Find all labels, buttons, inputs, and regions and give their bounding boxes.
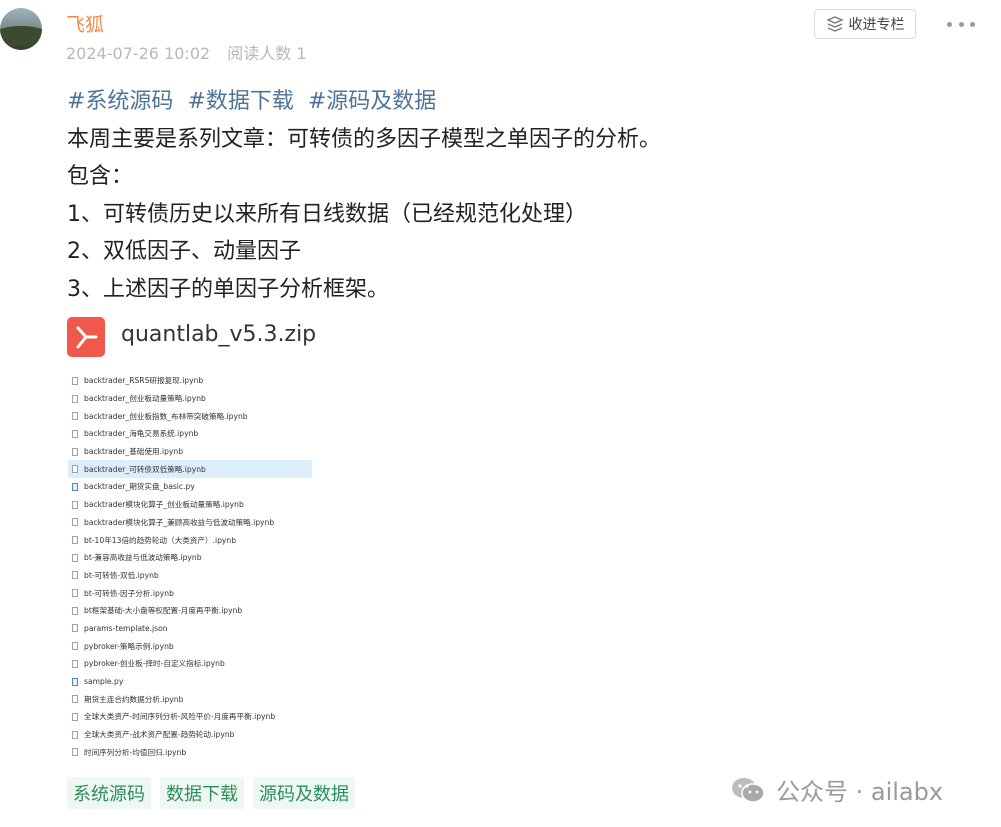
- file-list-item-name: backtrader_RSRS研报复现.ipynb: [84, 376, 204, 386]
- file-list-item-name: 期货主连合约数据分析.ipynb: [84, 694, 184, 704]
- document-file-icon: [72, 606, 78, 615]
- python-file-icon: [72, 677, 78, 686]
- file-list-item: 全球大类资产-时间序列分析-风险平价-月度再平衡.ipynb: [68, 708, 312, 726]
- file-list-item: backtrader_可转债双低策略.ipynb: [68, 460, 312, 479]
- file-list-item: pybroker-创业板-择时-自定义指标.ipynb: [68, 655, 312, 673]
- author-name[interactable]: 飞狐: [66, 10, 104, 37]
- document-file-icon: [72, 712, 78, 721]
- file-list-item-name: bt-可转债-因子分析.ipynb: [84, 588, 174, 598]
- file-list-item-name: pybroker-策略示例.ipynb: [84, 641, 174, 651]
- file-list-item-name: 全球大类资产-时间序列分析-风险平价-月度再平衡.ipynb: [84, 712, 276, 722]
- avatar[interactable]: [0, 8, 42, 50]
- collect-label: 收进专栏: [848, 17, 905, 33]
- more-options-icon[interactable]: [947, 16, 975, 32]
- post-line: 1、可转债历史以来所有日线数据（已经规范化处理）: [67, 202, 587, 227]
- document-file-icon: [72, 571, 78, 580]
- file-attachment-icon[interactable]: [67, 317, 105, 357]
- python-file-icon: [72, 482, 78, 491]
- file-list-item-name: backtrader_创业板指数_布林带突破策略.ipynb: [84, 411, 248, 421]
- file-list-item: backtrader_创业板指数_布林带突破策略.ipynb: [68, 407, 312, 425]
- file-list-item-name: backtrader_海龟交易系统.ipynb: [84, 429, 199, 439]
- collect-to-column-button[interactable]: 收进专栏: [814, 9, 916, 39]
- file-list-item: params-template.json: [68, 620, 312, 638]
- bottom-tags: 系统源码 数据下载 源码及数据: [67, 777, 364, 809]
- read-count: 阅读人数 1: [227, 44, 307, 63]
- file-list-screenshot: backtrader_RSRS研报复现.ipynb backtrader_创业板动…: [68, 372, 312, 761]
- post-line: 2、双低因子、动量因子: [67, 239, 301, 264]
- document-file-icon: [72, 659, 78, 668]
- file-list-item: 全球大类资产-战术资产配置-趋势轮动.ipynb: [68, 726, 312, 744]
- post-line: 包含：: [67, 164, 134, 189]
- post-line: 3、上述因子的单因子分析框架。: [67, 277, 389, 302]
- file-list-item-name: bt框架基础-大小盘等权配置-月度再平衡.ipynb: [84, 606, 243, 616]
- post-meta: 2024-07-26 10:02 阅读人数 1: [66, 40, 307, 64]
- file-list-item: bt-兼容高收益与低波动策略.ipynb: [68, 549, 312, 567]
- document-file-icon: [72, 500, 78, 509]
- document-file-icon: [72, 447, 78, 456]
- post-line: 本周主要是系列文章：可转债的多因子模型之单因子的分析。: [67, 127, 662, 152]
- document-file-icon: [72, 553, 78, 562]
- file-list-item: backtrader模块化算子_创业板动量策略.ipynb: [68, 496, 312, 514]
- file-list-item: pybroker-策略示例.ipynb: [68, 637, 312, 655]
- watermark-text: 公众号 · ailabx: [776, 778, 944, 806]
- document-file-icon: [72, 429, 78, 438]
- document-file-icon: [72, 748, 78, 757]
- watermark: 公众号 · ailabx: [730, 772, 943, 807]
- topic-tag[interactable]: #系统源码: [67, 89, 173, 114]
- file-list-item-name: backtrader_期货实盘_basic.py: [84, 482, 195, 492]
- file-list-item-name: 时间序列分析-均值回归.ipynb: [84, 747, 187, 757]
- file-list-item: sample.py: [68, 673, 312, 691]
- file-list-item-name: backtrader_创业板动量策略.ipynb: [84, 394, 206, 404]
- tag-chip[interactable]: 系统源码: [67, 777, 151, 809]
- topic-tag[interactable]: #源码及数据: [308, 89, 436, 114]
- file-list-item-name: backtrader_基础使用.ipynb: [84, 447, 184, 457]
- document-file-icon: [72, 518, 78, 527]
- collect-icon: [825, 16, 844, 32]
- file-list-item: 期货主连合约数据分析.ipynb: [68, 690, 312, 708]
- file-list-item: backtrader_创业板动量策略.ipynb: [68, 390, 312, 408]
- file-list-item-name: params-template.json: [84, 623, 168, 633]
- tag-chip[interactable]: 源码及数据: [253, 777, 355, 809]
- document-file-icon: [72, 624, 78, 633]
- file-list-item-name: backtrader模块化算子_创业板动量策略.ipynb: [84, 500, 244, 510]
- file-list-item: backtrader_RSRS研报复现.ipynb: [68, 372, 312, 390]
- tag-chip[interactable]: 数据下载: [160, 777, 244, 809]
- document-file-icon: [72, 465, 78, 474]
- file-list-item-name: 全球大类资产-战术资产配置-趋势轮动.ipynb: [84, 730, 235, 740]
- document-file-icon: [72, 589, 78, 598]
- file-list-item: backtrader_海龟交易系统.ipynb: [68, 425, 312, 443]
- file-list-item: bt-可转债-因子分析.ipynb: [68, 584, 312, 602]
- document-file-icon: [72, 394, 78, 403]
- file-list-item-name: bt-可转债-双低.ipynb: [84, 570, 159, 580]
- file-list-item-name: pybroker-创业板-择时-自定义指标.ipynb: [84, 659, 225, 669]
- topic-tags: #系统源码 #数据下载 #源码及数据: [67, 83, 450, 115]
- document-file-icon: [72, 412, 78, 421]
- document-file-icon: [72, 376, 78, 385]
- file-list-item-name: backtrader模块化算子_兼顾高收益与低波动策略.ipynb: [84, 517, 275, 527]
- file-list-item: bt-10年13倍的趋势轮动（大类资产）.ipynb: [68, 531, 312, 549]
- wechat-icon: [732, 777, 765, 803]
- file-list-item-name: sample.py: [84, 677, 124, 687]
- document-file-icon: [72, 642, 78, 651]
- document-file-icon: [72, 730, 78, 739]
- attachment-name[interactable]: quantlab_v5.3.zip: [121, 322, 316, 347]
- file-list-item: 时间序列分析-均值回归.ipynb: [68, 743, 312, 761]
- file-list-item: bt-可转债-双低.ipynb: [68, 567, 312, 585]
- file-list-item: bt框架基础-大小盘等权配置-月度再平衡.ipynb: [68, 602, 312, 620]
- file-list-item: backtrader_基础使用.ipynb: [68, 443, 312, 461]
- post-date: 2024-07-26 10:02: [66, 44, 211, 63]
- file-list-item: backtrader模块化算子_兼顾高收益与低波动策略.ipynb: [68, 514, 312, 532]
- topic-tag[interactable]: #数据下载: [187, 89, 293, 114]
- document-file-icon: [72, 695, 78, 704]
- document-file-icon: [72, 536, 78, 545]
- file-list-item: backtrader_期货实盘_basic.py: [68, 478, 312, 496]
- file-list-item-name: backtrader_可转债双低策略.ipynb: [84, 464, 206, 474]
- file-list-item-name: bt-兼容高收益与低波动策略.ipynb: [84, 553, 202, 563]
- file-list-item-name: bt-10年13倍的趋势轮动（大类资产）.ipynb: [84, 535, 237, 545]
